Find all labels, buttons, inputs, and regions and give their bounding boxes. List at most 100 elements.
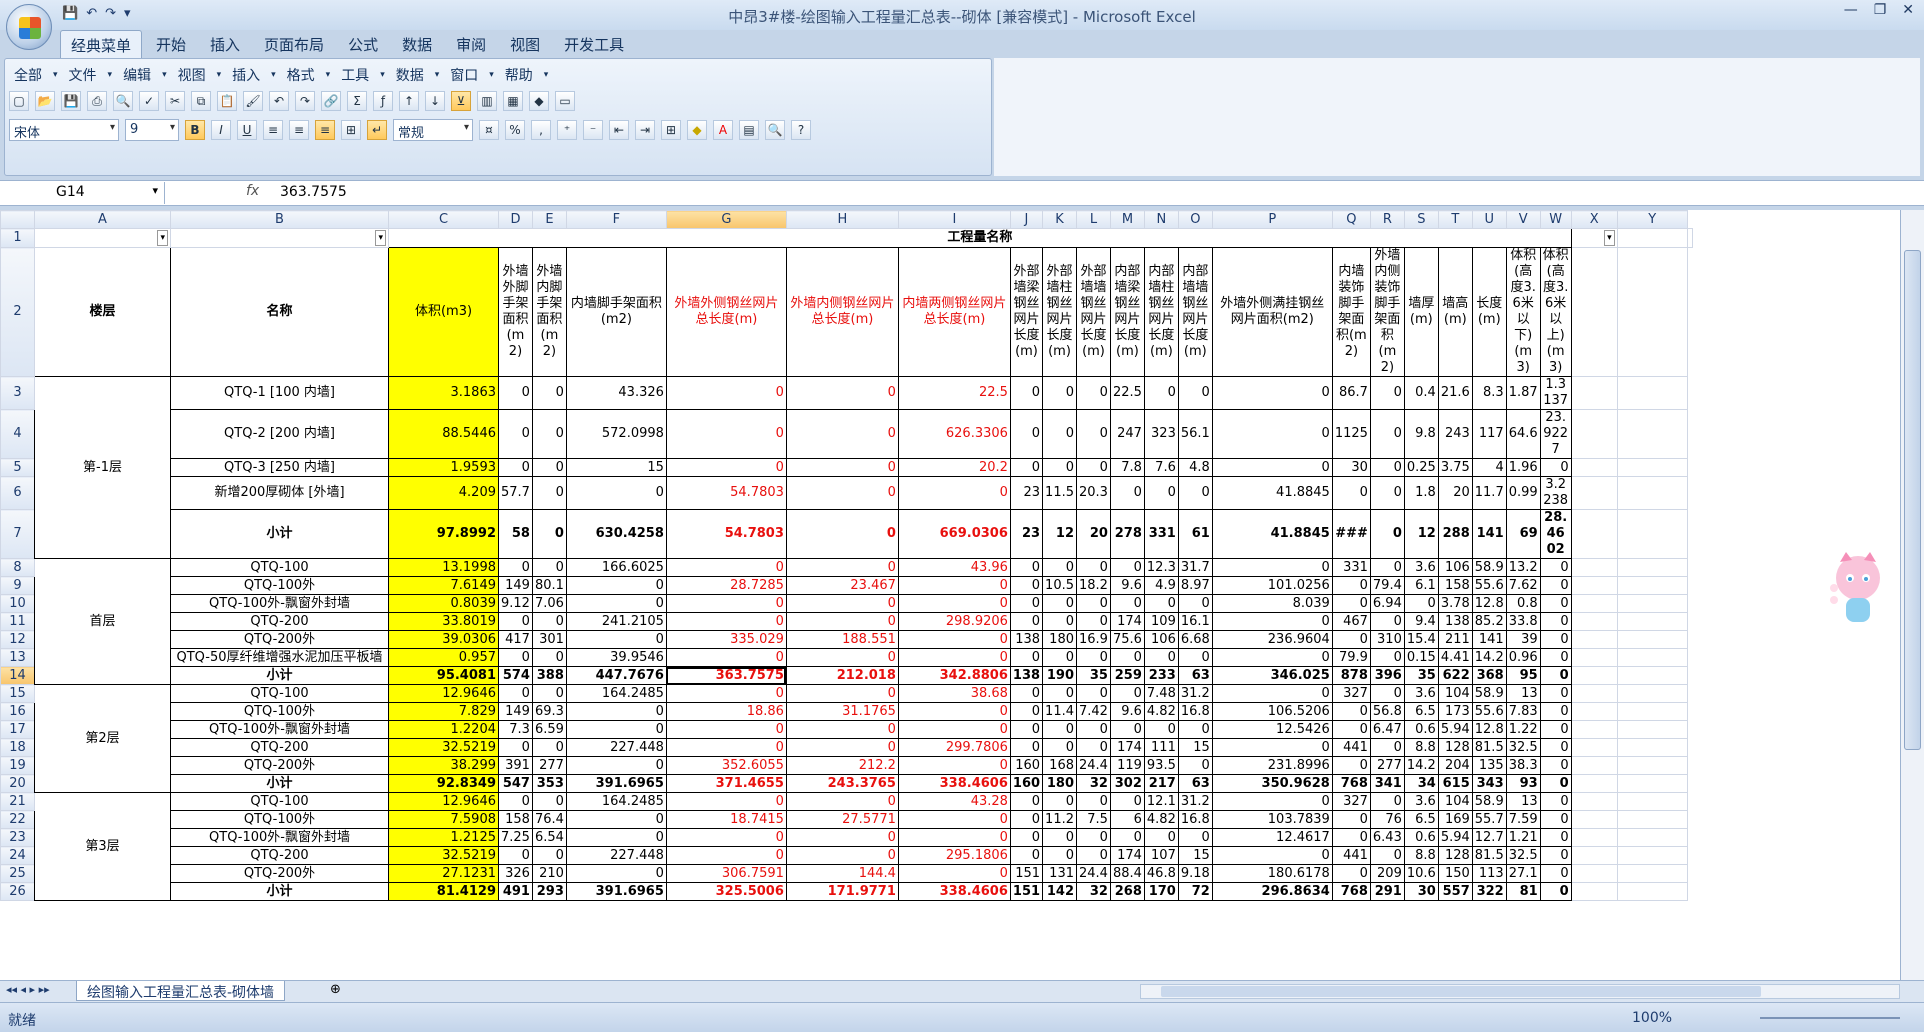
value-cell[interactable]: 0 xyxy=(498,738,533,757)
value-cell[interactable]: 81.5 xyxy=(1471,846,1507,865)
value-cell[interactable]: 0.96 xyxy=(1505,648,1541,667)
value-cell[interactable]: 54.7803 xyxy=(665,509,787,559)
value-cell[interactable]: 574 xyxy=(498,666,533,685)
empty-cell[interactable] xyxy=(1616,864,1688,883)
value-cell[interactable]: 9.18 xyxy=(1177,864,1213,883)
value-cell[interactable]: 327 xyxy=(1331,684,1371,703)
value-cell[interactable]: 341 xyxy=(1369,774,1405,793)
column-header[interactable]: L xyxy=(1076,210,1111,229)
value-cell[interactable]: 160 xyxy=(1009,774,1044,793)
value-cell[interactable]: 0 xyxy=(785,476,899,510)
value-cell[interactable]: 7.42 xyxy=(1076,702,1111,721)
value-cell[interactable]: 23.467 xyxy=(785,576,899,595)
find-icon[interactable]: 🔍 xyxy=(765,120,785,140)
value-cell[interactable]: 7.83 xyxy=(1505,702,1541,721)
value-cell[interactable]: 0 xyxy=(498,458,533,477)
value-cell[interactable]: 0 xyxy=(785,594,899,613)
value-cell[interactable]: 0 xyxy=(1539,666,1572,685)
row-header[interactable]: 25 xyxy=(0,864,35,883)
value-cell[interactable]: 27.1 xyxy=(1505,864,1541,883)
value-cell[interactable]: 0 xyxy=(531,409,567,459)
value-cell[interactable]: 0 xyxy=(1177,756,1213,775)
value-cell[interactable]: 388 xyxy=(531,666,567,685)
empty-cell[interactable] xyxy=(1616,828,1688,847)
ribbon-tab[interactable]: 经典菜单 xyxy=(60,30,143,58)
value-cell[interactable]: 0 xyxy=(1331,476,1371,510)
value-cell[interactable]: 81 xyxy=(1505,882,1541,901)
value-cell[interactable]: 27.5771 xyxy=(785,810,899,829)
value-cell[interactable]: 1.22 xyxy=(1505,720,1541,739)
column-header[interactable]: V xyxy=(1505,210,1541,229)
value-cell[interactable]: 88.5446 xyxy=(388,409,499,459)
value-cell[interactable]: 32 xyxy=(1076,882,1111,901)
new-icon[interactable]: ▢ xyxy=(9,91,29,111)
empty-cell[interactable] xyxy=(1570,476,1618,510)
value-cell[interactable]: 5.94 xyxy=(1437,828,1473,847)
value-cell[interactable]: 0 xyxy=(665,720,787,739)
value-cell[interactable]: 1.9593 xyxy=(388,458,499,477)
value-cell[interactable]: 39.0306 xyxy=(388,630,499,649)
value-cell[interactable]: 32 xyxy=(1076,774,1111,793)
underline-button[interactable]: U xyxy=(237,120,257,140)
empty-cell[interactable] xyxy=(1570,810,1618,829)
name-cell[interactable]: QTQ-200外 xyxy=(170,630,389,649)
value-cell[interactable]: 368 xyxy=(1471,666,1507,685)
value-cell[interactable]: 0 xyxy=(897,828,1011,847)
empty-cell[interactable] xyxy=(1570,756,1618,775)
value-cell[interactable]: 3.1863 xyxy=(388,376,499,410)
table-icon[interactable]: ▦ xyxy=(503,91,523,111)
value-cell[interactable]: 547 xyxy=(498,774,533,793)
value-cell[interactable]: 7.62 xyxy=(1505,576,1541,595)
value-cell[interactable]: 0 xyxy=(1009,810,1044,829)
value-cell[interactable]: 0 xyxy=(1076,558,1111,577)
value-cell[interactable]: 0 xyxy=(1076,648,1111,667)
value-cell[interactable]: 0 xyxy=(565,576,667,595)
value-cell[interactable]: 0 xyxy=(1331,576,1371,595)
value-cell[interactable]: 0 xyxy=(1539,756,1572,775)
row-header[interactable]: 6 xyxy=(0,476,35,510)
name-cell[interactable]: QTQ-100外-飘窗外封墙 xyxy=(170,720,389,739)
align-left-icon[interactable]: ≡ xyxy=(263,120,283,140)
value-cell[interactable]: 626.3306 xyxy=(897,409,1011,459)
preview-icon[interactable]: 🔍 xyxy=(113,91,133,111)
value-cell[interactable]: 268 xyxy=(1109,882,1145,901)
value-cell[interactable]: 391 xyxy=(498,756,533,775)
value-cell[interactable]: 0 xyxy=(1009,558,1044,577)
value-cell[interactable]: 6.5 xyxy=(1403,810,1439,829)
classic-menu-item[interactable]: 全部 xyxy=(9,65,47,85)
empty-cell[interactable] xyxy=(1570,828,1618,847)
value-cell[interactable]: 0 xyxy=(785,458,899,477)
value-cell[interactable]: 447.7676 xyxy=(565,666,667,685)
row-header[interactable]: 15 xyxy=(0,684,35,703)
value-cell[interactable]: 160 xyxy=(1009,756,1044,775)
empty-cell[interactable] xyxy=(1616,846,1688,865)
value-cell[interactable]: 11.2 xyxy=(1042,810,1077,829)
value-cell[interactable]: 18.7415 xyxy=(665,810,787,829)
folder-icon[interactable]: ▭ xyxy=(555,91,575,111)
value-cell[interactable]: 0 xyxy=(785,684,899,703)
value-cell[interactable]: 0 xyxy=(1211,458,1333,477)
open-icon[interactable]: 📂 xyxy=(35,91,55,111)
value-cell[interactable]: 0 xyxy=(1369,792,1405,811)
value-cell[interactable]: 0 xyxy=(498,792,533,811)
value-cell[interactable]: 0 xyxy=(665,792,787,811)
value-cell[interactable]: 491 xyxy=(498,882,533,901)
value-cell[interactable]: 277 xyxy=(1369,756,1405,775)
value-cell[interactable]: 0 xyxy=(531,509,567,559)
filter-icon[interactable]: ⊻ xyxy=(451,91,471,111)
decrease-decimal-icon[interactable]: ⁻ xyxy=(583,120,603,140)
value-cell[interactable]: 0 xyxy=(1539,458,1572,477)
align-right-icon[interactable]: ≡ xyxy=(315,120,335,140)
value-cell[interactable]: 0 xyxy=(531,648,567,667)
value-cell[interactable]: 0 xyxy=(1369,376,1405,410)
value-cell[interactable]: 1125 xyxy=(1331,409,1371,459)
empty-cell[interactable] xyxy=(1616,630,1688,649)
value-cell[interactable]: 76.4 xyxy=(531,810,567,829)
value-cell[interactable]: 43.326 xyxy=(565,376,667,410)
minimize-icon[interactable]: — xyxy=(1844,2,1858,18)
print-icon[interactable]: ⎙ xyxy=(87,91,107,111)
value-cell[interactable]: 0 xyxy=(1539,774,1572,793)
value-cell[interactable]: 56.1 xyxy=(1177,409,1213,459)
value-cell[interactable]: 0 xyxy=(1539,720,1572,739)
row-header[interactable]: 2 xyxy=(0,247,35,377)
